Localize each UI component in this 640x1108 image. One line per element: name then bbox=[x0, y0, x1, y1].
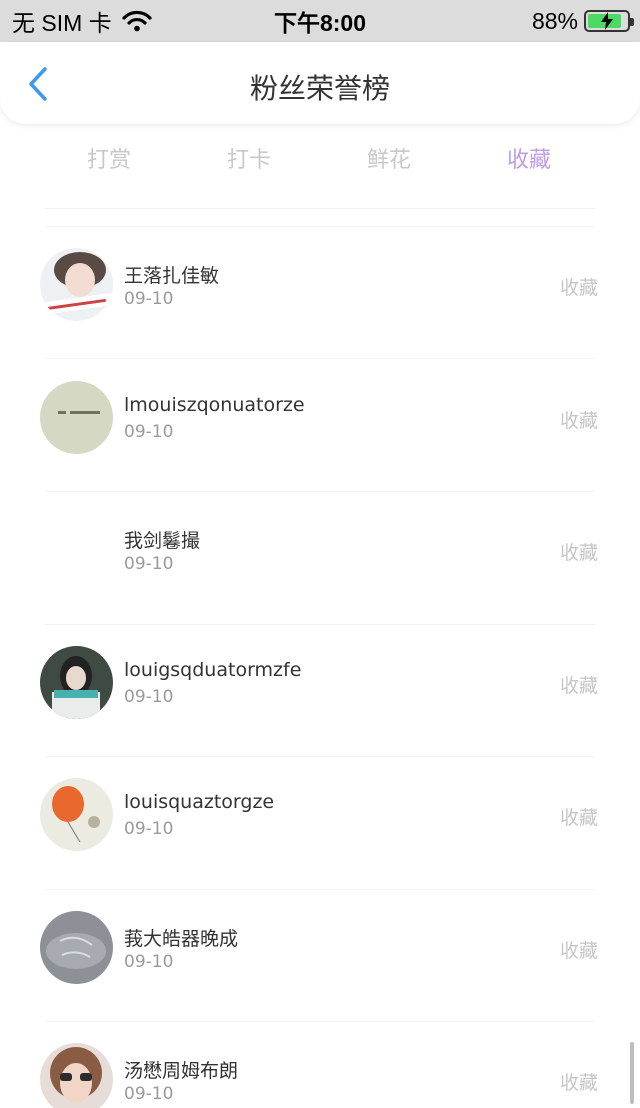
avatar[interactable] bbox=[40, 778, 113, 851]
fan-name: 我剑鬈撮 bbox=[124, 530, 201, 552]
carrier-label: 无 SIM 卡 bbox=[12, 10, 112, 36]
fan-name: 王落扎佳敏 bbox=[124, 265, 220, 287]
avatar[interactable] bbox=[40, 513, 113, 586]
fan-date: 09-10 bbox=[124, 819, 174, 839]
tab-bar: 打赏 打卡 鲜花 收藏 bbox=[0, 135, 640, 181]
fan-date: 09-10 bbox=[124, 289, 174, 309]
status-bar: 无 SIM 卡 下午8:00 88% bbox=[0, 0, 640, 42]
status-left: 无 SIM 卡 bbox=[12, 0, 152, 42]
favorite-label: 收藏 bbox=[559, 410, 598, 432]
fan-name: 莪大皓器晚成 bbox=[124, 928, 239, 950]
list-item[interactable]: lmouiszqonuatorze 09-10 收藏 bbox=[0, 359, 640, 492]
avatar[interactable] bbox=[40, 911, 113, 984]
fan-date: 09-10 bbox=[124, 1084, 174, 1104]
status-right: 88% bbox=[531, 0, 634, 42]
list-item[interactable]: 我剑鬈撮 09-10 收藏 bbox=[0, 491, 640, 624]
nav-bar: 粉丝荣誉榜 bbox=[0, 42, 640, 124]
fan-date: 09-10 bbox=[124, 554, 174, 574]
fan-name: louigsqduatormzfe bbox=[124, 659, 302, 681]
favorite-label: 收藏 bbox=[559, 542, 598, 564]
list-item[interactable]: louigsqduatormzfe 09-10 收藏 bbox=[0, 624, 640, 757]
avatar[interactable] bbox=[40, 248, 113, 321]
list-item[interactable]: 汤懋周姆布朗 09-10 收藏 bbox=[0, 1021, 640, 1108]
list-item[interactable]: 王落扎佳敏 09-10 收藏 bbox=[0, 226, 640, 359]
divider bbox=[45, 208, 595, 209]
list-item[interactable]: louisquaztorgze 09-10 收藏 bbox=[0, 756, 640, 889]
list-item[interactable]: 莪大皓器晚成 09-10 收藏 bbox=[0, 889, 640, 1022]
avatar[interactable] bbox=[40, 1043, 113, 1108]
favorite-label: 收藏 bbox=[559, 807, 598, 829]
scrollbar[interactable] bbox=[630, 1042, 634, 1104]
tab-reward[interactable]: 打赏 bbox=[49, 135, 169, 181]
favorite-label: 收藏 bbox=[559, 1072, 598, 1094]
fan-name: lmouiszqonuatorze bbox=[124, 394, 305, 416]
battery-icon bbox=[584, 10, 634, 32]
favorite-label: 收藏 bbox=[559, 675, 598, 697]
back-button[interactable] bbox=[20, 64, 56, 104]
tab-favorites[interactable]: 收藏 bbox=[469, 135, 589, 181]
favorite-label: 收藏 bbox=[559, 940, 598, 962]
fan-date: 09-10 bbox=[124, 952, 174, 972]
favorite-label: 收藏 bbox=[559, 277, 598, 299]
battery-percent: 88% bbox=[531, 7, 578, 34]
fan-date: 09-10 bbox=[124, 687, 174, 707]
tab-checkin[interactable]: 打卡 bbox=[189, 135, 309, 181]
battery-nub bbox=[630, 18, 634, 26]
fan-name: louisquaztorgze bbox=[124, 791, 275, 813]
tab-flowers[interactable]: 鲜花 bbox=[329, 135, 449, 181]
fan-name: 汤懋周姆布朗 bbox=[124, 1060, 239, 1082]
avatar[interactable] bbox=[40, 646, 113, 719]
page-title: 粉丝荣誉榜 bbox=[249, 72, 390, 105]
avatar[interactable] bbox=[40, 381, 113, 454]
fan-date: 09-10 bbox=[124, 422, 174, 442]
charging-bolt-icon bbox=[586, 12, 628, 30]
wifi-icon bbox=[122, 10, 152, 32]
chevron-left-icon bbox=[29, 67, 47, 101]
